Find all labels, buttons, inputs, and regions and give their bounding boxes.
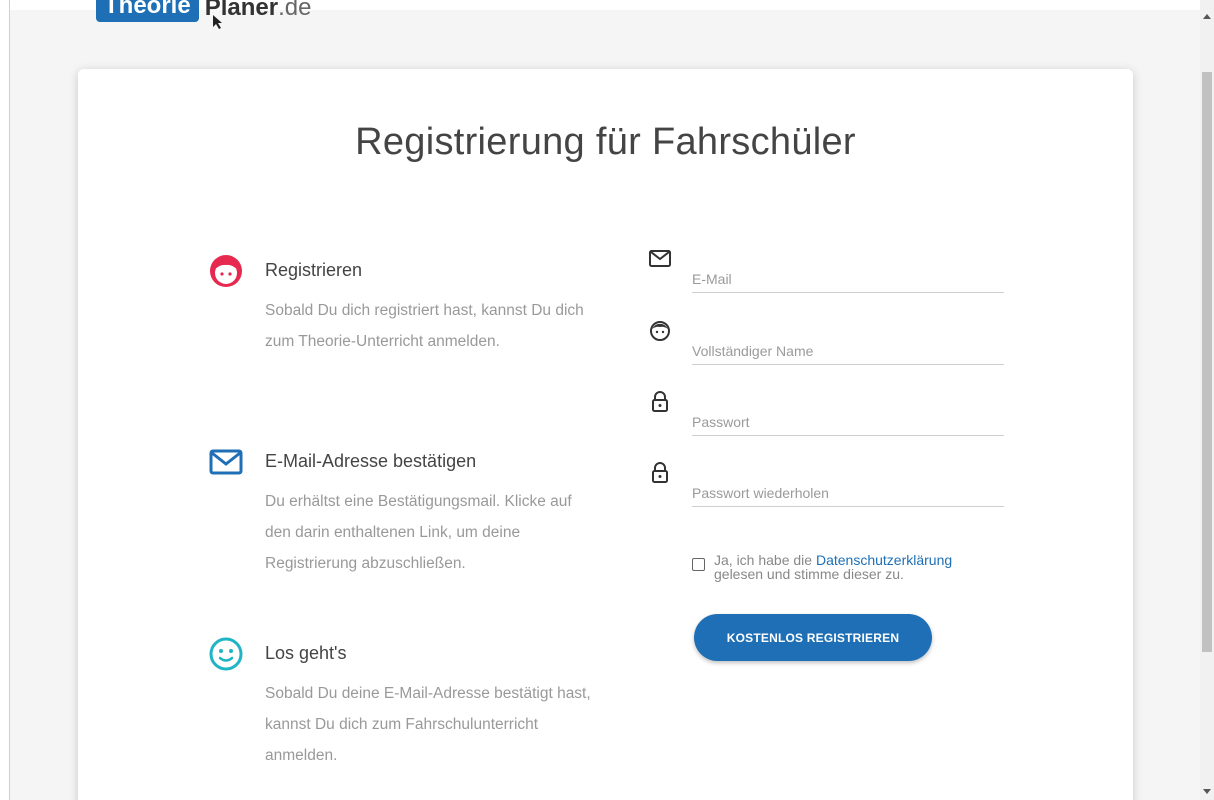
password-input[interactable]: [692, 400, 1004, 436]
step-description: Sobald Du deine E-Mail-Adresse bestätigt…: [265, 685, 591, 764]
privacy-consent-label: Ja, ich habe die Datenschutzerklärung gel…: [714, 553, 1014, 581]
window-left-edge: [0, 0, 10, 800]
scroll-up-arrow-icon[interactable]: [1203, 14, 1211, 19]
email-field-group: [648, 247, 1088, 307]
step-heading: Registrieren: [265, 260, 363, 280]
envelope-icon: [209, 449, 243, 475]
password-repeat-input[interactable]: [692, 471, 1004, 507]
consent-suffix: gelesen und stimme dieser zu.: [714, 566, 904, 582]
smiley-icon: [209, 637, 243, 671]
logo-tld: .de: [278, 0, 312, 21]
step-heading: E-Mail-Adresse bestätigen: [265, 451, 477, 471]
registration-card: Registrierung für Fahrschüler Registrier…: [78, 69, 1133, 800]
privacy-consent-checkbox[interactable]: [692, 558, 705, 571]
face-outline-icon: [650, 321, 670, 341]
logo-cursor-icon: [213, 15, 222, 29]
password-repeat-field-group: [648, 461, 1088, 521]
step-description: Sobald Du dich registriert hast, kannst …: [265, 302, 584, 350]
register-button[interactable]: KOSTENLOS REGISTRIEREN: [694, 614, 932, 661]
mail-icon: [649, 250, 671, 267]
name-field-group: [648, 319, 1088, 379]
lock-icon: [652, 391, 668, 412]
email-input[interactable]: [692, 257, 1004, 293]
face-icon: [210, 255, 242, 287]
step-description: Du erhältst eine Bestätigungsmail. Klick…: [265, 493, 572, 572]
logo-brand-box: Theorie: [96, 0, 199, 22]
full-name-input[interactable]: [692, 329, 1004, 365]
scroll-thumb[interactable]: [1202, 72, 1212, 652]
scroll-down-arrow-icon[interactable]: [1203, 789, 1211, 794]
lock-icon: [652, 462, 668, 483]
site-logo[interactable]: Theorie Planer.de: [96, 0, 311, 22]
vertical-scrollbar[interactable]: [1200, 0, 1214, 800]
page-title: Registrierung für Fahrschüler: [355, 121, 856, 163]
step-heading: Los geht's: [265, 643, 347, 663]
password-field-group: [648, 390, 1088, 450]
